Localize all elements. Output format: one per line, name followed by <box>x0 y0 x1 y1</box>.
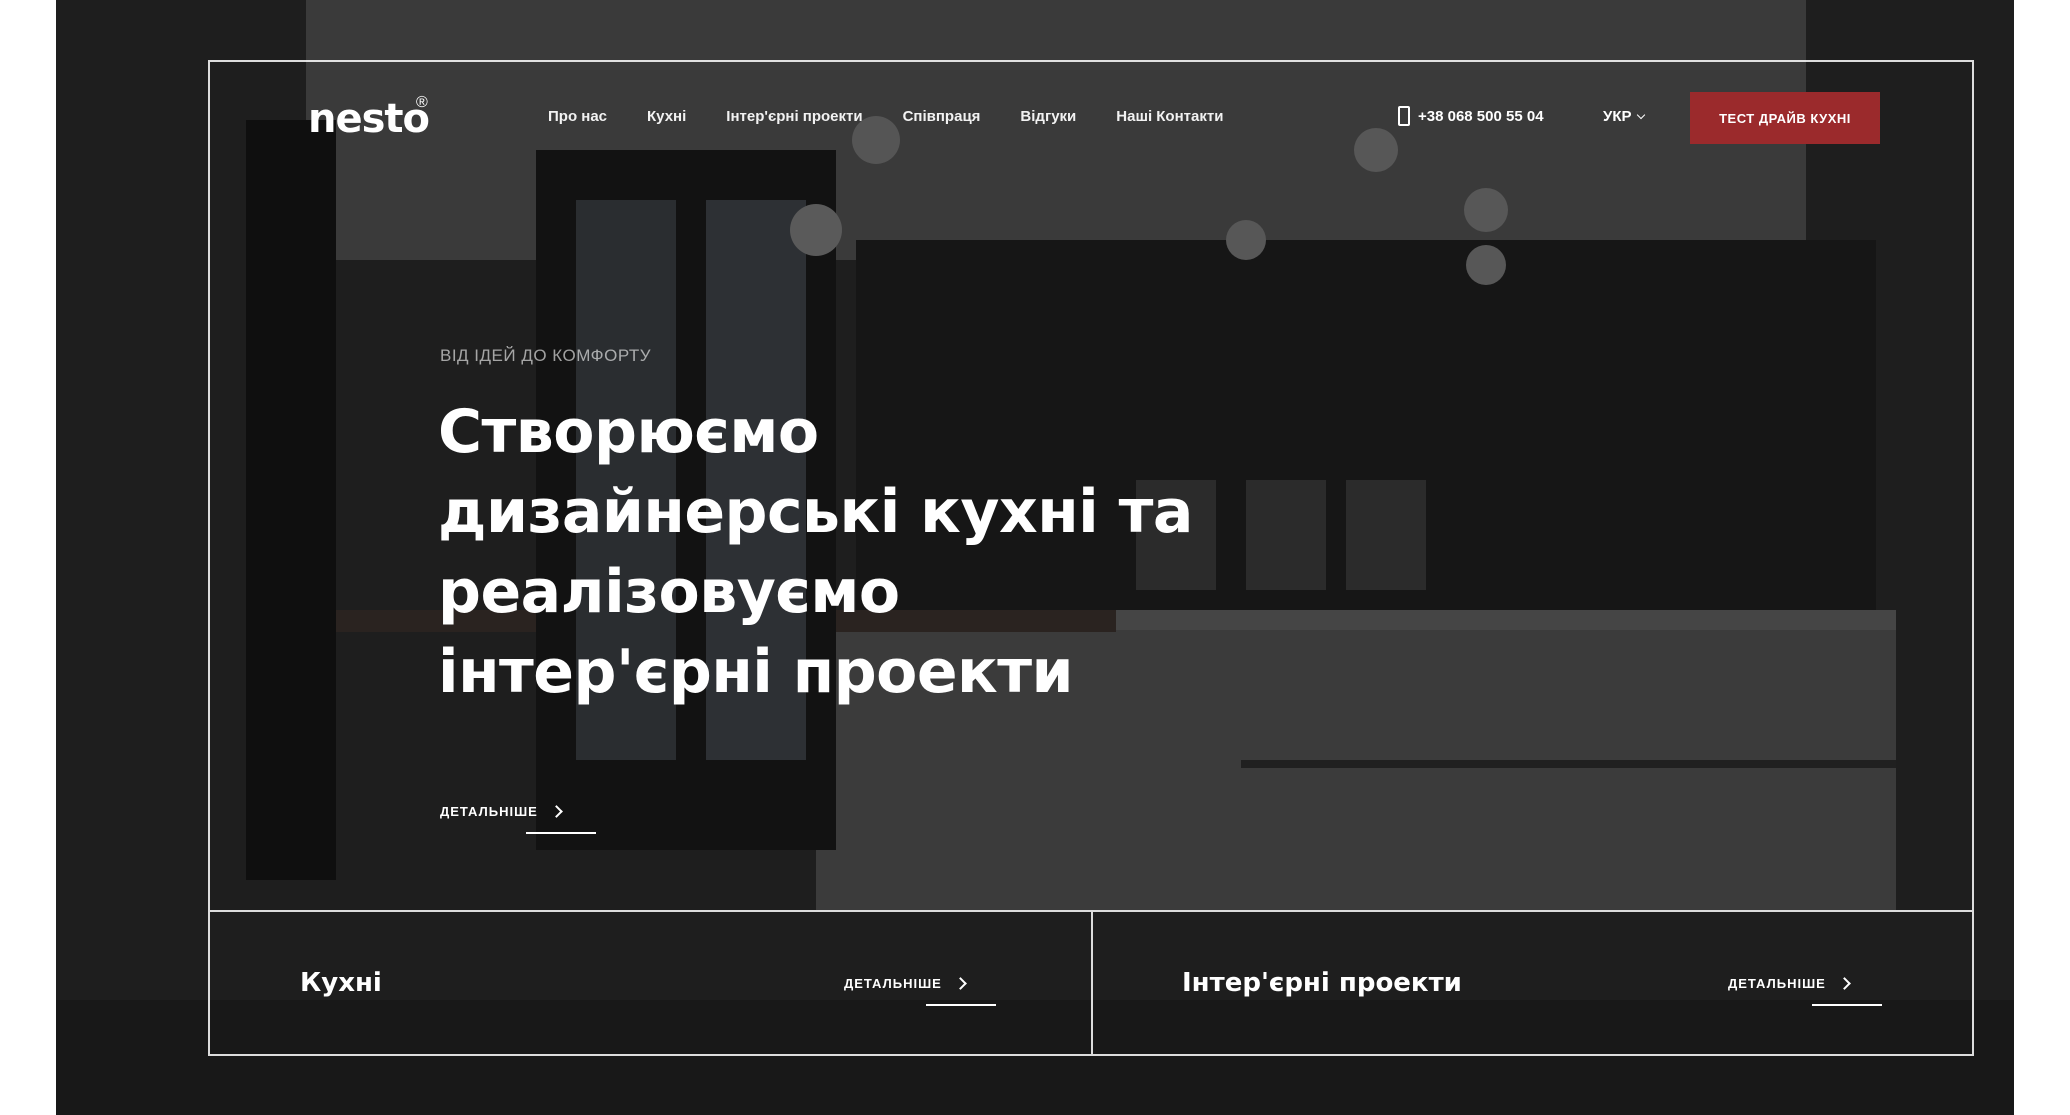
card-kitchens-more-link[interactable]: ДЕТАЛЬНІШЕ <box>844 976 967 991</box>
card-kitchens-more-underline <box>926 1004 996 1006</box>
hero-title-line: Створюємо <box>438 397 819 467</box>
chevron-right-icon <box>549 805 563 818</box>
hero-backdrop: nesto ® Про нас Кухні Інтер'єрні проекти… <box>56 0 2014 1115</box>
hero-frame: nesto ® Про нас Кухні Інтер'єрні проекти… <box>208 60 1974 1056</box>
nav-item-interior-projects[interactable]: Інтер'єрні проекти <box>726 108 862 125</box>
language-label: УКР <box>1603 108 1632 125</box>
hero-title: Створюємо дизайнерські кухні та реалізов… <box>438 392 1338 712</box>
nav-item-kitchens[interactable]: Кухні <box>647 108 686 125</box>
nav-menu: Про нас Кухні Інтер'єрні проекти Співпра… <box>548 108 1223 125</box>
hero-more-label: ДЕТАЛЬНІШЕ <box>440 804 538 819</box>
top-navigation: nesto ® Про нас Кухні Інтер'єрні проекти… <box>210 62 1972 174</box>
card-interior-more-link[interactable]: ДЕТАЛЬНІШЕ <box>1728 976 1851 991</box>
nav-item-about[interactable]: Про нас <box>548 108 607 125</box>
chevron-right-icon <box>953 977 967 990</box>
phone-link[interactable]: +38 068 500 55 04 <box>1398 106 1544 126</box>
cards-divider <box>1091 912 1093 1054</box>
brand-logo[interactable]: nesto <box>308 96 430 142</box>
card-kitchens-more-label: ДЕТАЛЬНІШЕ <box>844 976 942 991</box>
chevron-down-icon <box>1636 110 1645 120</box>
registered-mark: ® <box>416 94 428 111</box>
hero-title-line: дизайнерські кухні та <box>438 477 1193 547</box>
hero-more-underline <box>526 832 596 834</box>
hero-more-link[interactable]: ДЕТАЛЬНІШЕ <box>440 804 563 819</box>
card-interior-more-underline <box>1812 1004 1882 1006</box>
nav-item-contacts[interactable]: Наші Контакти <box>1116 108 1223 125</box>
phone-icon <box>1398 106 1410 126</box>
card-kitchens-title[interactable]: Кухні <box>300 968 382 998</box>
test-drive-button[interactable]: ТЕСТ ДРАЙВ КУХНІ <box>1690 92 1880 144</box>
hero-title-line: інтер'єрні проекти <box>438 637 1074 707</box>
language-selector[interactable]: УКР <box>1603 108 1645 125</box>
nav-item-cooperation[interactable]: Співпраця <box>903 108 981 125</box>
chevron-right-icon <box>1837 977 1851 990</box>
nav-item-reviews[interactable]: Відгуки <box>1020 108 1076 125</box>
phone-number: +38 068 500 55 04 <box>1418 107 1544 125</box>
category-cards: Кухні ДЕТАЛЬНІШЕ Інтер'єрні проекти ДЕТА… <box>210 910 1972 1054</box>
hero-title-line: реалізовуємо <box>438 557 900 627</box>
hero-eyebrow: ВІД ІДЕЙ ДО КОМФОРТУ <box>440 346 652 365</box>
card-interior-title[interactable]: Інтер'єрні проекти <box>1182 968 1462 998</box>
card-interior-more-label: ДЕТАЛЬНІШЕ <box>1728 976 1826 991</box>
